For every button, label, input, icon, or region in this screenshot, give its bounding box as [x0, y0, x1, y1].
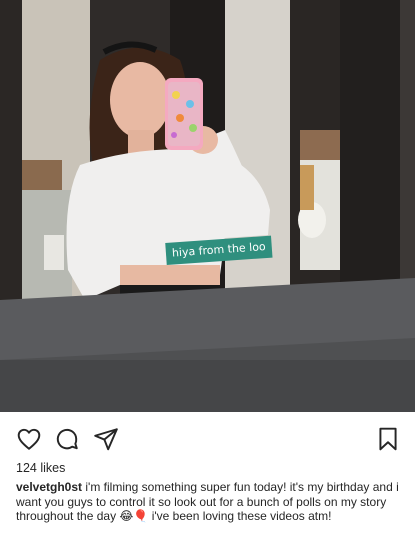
heart-icon[interactable]	[16, 426, 42, 452]
caption-username[interactable]: velvetgh0st	[16, 480, 82, 494]
comment-icon[interactable]	[54, 426, 80, 452]
post-photo-scene	[0, 0, 415, 412]
post-caption: velvetgh0st i'm filming something super …	[16, 480, 401, 524]
share-icon[interactable]	[93, 426, 119, 452]
post-photo[interactable]: hiya from the loo	[0, 0, 415, 412]
bookmark-icon[interactable]	[375, 426, 401, 452]
likes-count[interactable]: 124 likes	[16, 461, 65, 475]
